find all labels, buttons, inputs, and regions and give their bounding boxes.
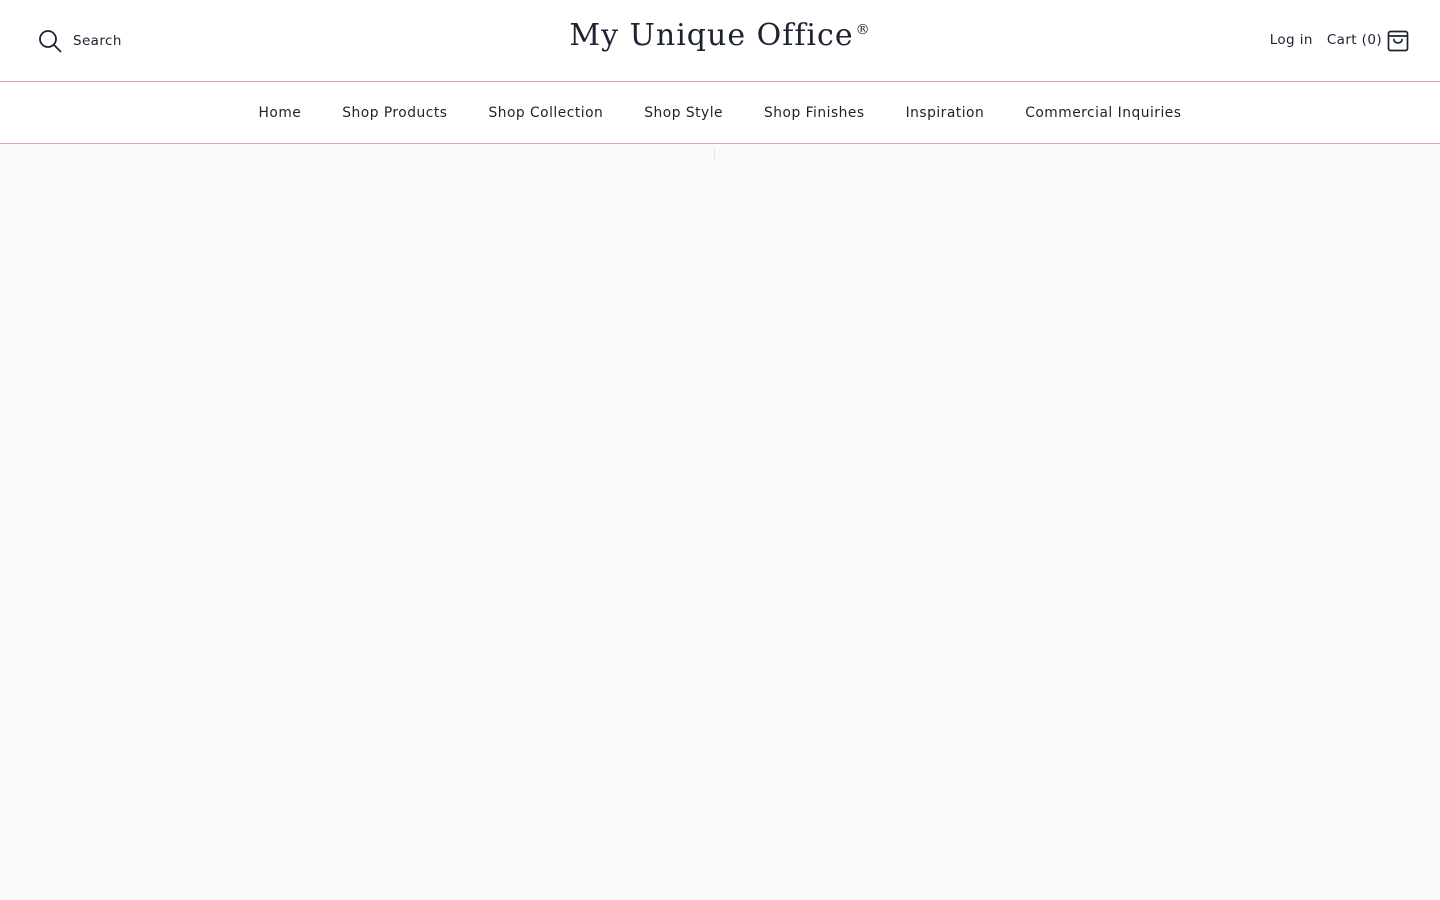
site-header: Search My Unique Office ® Log in Cart (0)	[0, 0, 1440, 82]
logo-text: My Unique Office	[569, 18, 854, 53]
nav-shop-products[interactable]: Shop Products	[322, 103, 468, 123]
nav-shop-style[interactable]: Shop Style	[624, 103, 744, 123]
account-links: Log in Cart (0)	[1270, 27, 1409, 53]
nav-inspiration[interactable]: Inspiration	[885, 103, 1005, 123]
main-content	[0, 144, 1440, 900]
cart-label: Cart (0)	[1326, 32, 1382, 48]
nav-home[interactable]: Home	[238, 103, 322, 123]
nav-shop-finishes[interactable]: Shop Finishes	[744, 103, 886, 123]
shopping-bag-icon	[1387, 30, 1409, 52]
search-link[interactable]: Search	[38, 28, 122, 54]
cart-link[interactable]: Cart (0)	[1327, 28, 1409, 52]
main-navigation: Home Shop Products Shop Collection Shop …	[0, 82, 1440, 144]
search-label: Search	[73, 33, 122, 49]
login-link[interactable]: Log in	[1270, 32, 1313, 48]
logo-link[interactable]: My Unique Office ®	[569, 18, 870, 53]
site-logo: My Unique Office ®	[0, 18, 1440, 53]
nav-shop-collection[interactable]: Shop Collection	[468, 103, 624, 123]
nav-commercial-inquiries[interactable]: Commercial Inquiries	[1005, 103, 1202, 123]
registered-mark: ®	[855, 22, 871, 38]
loading-placeholder-divider	[714, 149, 715, 162]
search-icon	[39, 30, 62, 53]
